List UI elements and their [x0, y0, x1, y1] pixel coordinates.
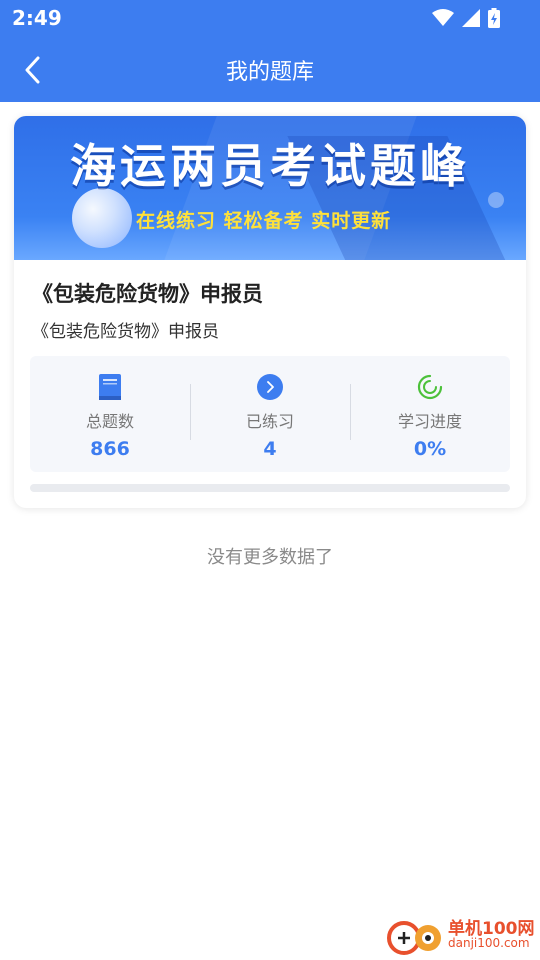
- course-banner: 海运两员考试题峰 在线练习 轻松备考 实时更新: [14, 116, 526, 260]
- progress-bar: [30, 484, 510, 492]
- progress-ring-icon: [417, 374, 443, 400]
- wifi-icon: [432, 9, 454, 27]
- banner-bubble: [72, 188, 132, 248]
- stat-label: 已练习: [245, 412, 294, 431]
- stat-label: 总题数: [85, 412, 134, 431]
- arrow-circle-icon: [257, 374, 283, 400]
- stat-value: 866: [90, 438, 130, 460]
- status-icons: [432, 8, 500, 28]
- battery-charging-icon: [488, 8, 500, 28]
- stat-progress: 学习进度 0%: [350, 356, 510, 472]
- book-icon: [99, 374, 121, 400]
- stat-value: 4: [263, 438, 277, 460]
- status-bar: 2:49: [0, 0, 540, 36]
- course-card[interactable]: 海运两员考试题峰 在线练习 轻松备考 实时更新 《包装危险货物》申报员 《包装危…: [14, 116, 526, 508]
- stat-value: 0%: [413, 438, 447, 460]
- status-time: 2:49: [12, 6, 62, 30]
- stat-total-questions: 总题数 866: [30, 356, 190, 472]
- banner-subtitle: 在线练习 轻松备考 实时更新: [136, 210, 392, 232]
- signal-icon: [462, 9, 480, 27]
- navigation-bar: 我的题库: [0, 36, 540, 102]
- no-more-data-text: 没有更多数据了: [207, 547, 333, 568]
- page-title: 我的题库: [225, 60, 314, 85]
- stat-practiced: 已练习 4: [190, 356, 350, 472]
- stat-label: 学习进度: [397, 412, 462, 431]
- banner-title: 海运两员考试题峰: [70, 139, 470, 193]
- course-subtitle: 《包装危险货物》申报员: [32, 322, 219, 342]
- watermark-url: danji100.com: [448, 936, 530, 950]
- course-stats: 总题数 866 已练习 4 学习进度 0%: [30, 356, 510, 472]
- watermark: 单机100网 danji100.com: [386, 912, 536, 958]
- course-title: 《包装危险货物》申报员: [32, 282, 263, 306]
- app-bar: 2:49 我的题库: [0, 0, 540, 102]
